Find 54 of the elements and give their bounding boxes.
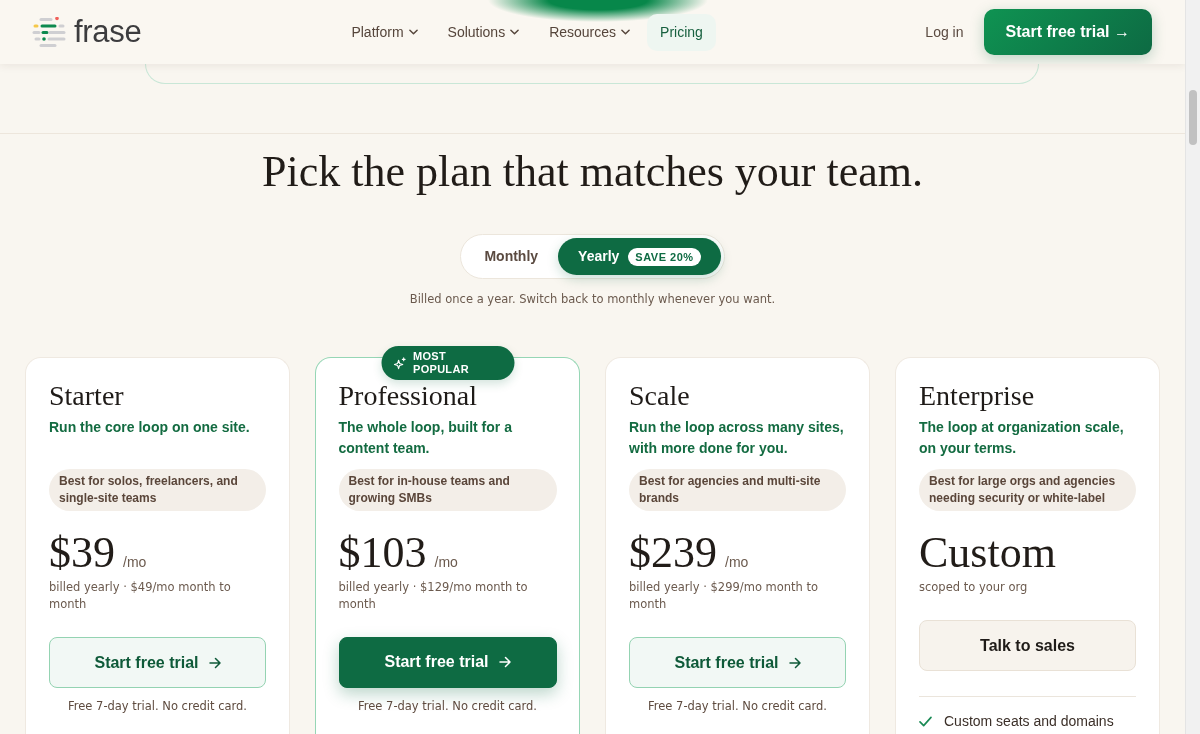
price-unit: /mo <box>123 554 147 571</box>
price-note: scoped to your org <box>919 579 1029 596</box>
plan-tagline: The whole loop, built for a content team. <box>338 417 513 458</box>
plan-name: Enterprise <box>919 380 1036 412</box>
plan-cta-button[interactable]: Talk to sales <box>919 620 1136 671</box>
logo-icon <box>32 16 66 48</box>
trial-note: Free 7-day trial. No credit card. <box>357 697 538 715</box>
logo-link[interactable]: frase <box>32 14 142 50</box>
login-link[interactable]: Log in <box>925 23 964 41</box>
chevron-down-icon <box>408 29 418 35</box>
price-unit: /mo <box>434 553 458 571</box>
plan-price: Custom <box>919 528 1056 578</box>
plan-price: $103 <box>338 527 427 578</box>
nav-link[interactable]: Pricing <box>647 13 716 51</box>
audience-pill: Best for agencies and multi-site brands <box>629 469 846 511</box>
price-note: billed yearly · $299/mo month to month <box>629 579 820 613</box>
plan-cta-button[interactable]: Start free trial <box>338 636 557 688</box>
price-note: billed yearly · $129/mo month to month <box>338 578 529 613</box>
badge-label: MOST POPULAR <box>413 350 470 376</box>
nav-link[interactable]: Solutions <box>434 13 533 51</box>
plan-tagline: The loop at organization scale, on your terms. <box>919 418 1125 458</box>
billing-option[interactable]: Yearly SAVE 20% <box>558 238 721 275</box>
plan-name: Scale <box>629 380 691 412</box>
pricing-heading: Pick the plan that matches your team. <box>261 146 924 198</box>
chevron-down-icon <box>510 29 520 35</box>
price-note: billed yearly · $49/mo month to month <box>49 579 232 613</box>
feature-text: Custom seats and domains <box>944 713 1114 730</box>
billing-note: Billed once a year. Switch back to monthly whenever you want. <box>408 291 777 307</box>
nav-link[interactable]: Platform <box>338 13 431 51</box>
plan-cta-button[interactable]: Start free trial <box>629 637 846 688</box>
arrow-right-icon <box>498 656 511 668</box>
price-unit: /mo <box>725 554 749 571</box>
arrow-right-icon <box>788 656 801 669</box>
scrollbar[interactable] <box>1185 0 1200 734</box>
plan-cta-button[interactable]: Start free trial <box>49 637 266 688</box>
trial-note: Free 7-day trial. No credit card. <box>647 698 828 715</box>
audience-pill: Best for large orgs and agencies needing security or white-label <box>919 469 1136 511</box>
plan-name: Starter <box>49 380 125 412</box>
plan-price: $39 <box>49 528 115 578</box>
trial-note: Free 7-day trial. No credit card. <box>67 698 248 715</box>
plan-tagline: Run the loop across many sites, with more done for you. <box>629 418 845 458</box>
start-trial-button[interactable]: Start free trial → <box>983 9 1152 55</box>
arrow-right-icon <box>208 656 221 669</box>
chevron-down-icon <box>621 29 631 35</box>
nav-link[interactable]: Resources <box>536 13 644 51</box>
discount-badge: SAVE 20% <box>628 247 701 266</box>
audience-pill: Best for solos, freelancers, and single-site teams <box>49 469 266 511</box>
scrollbar-thumb[interactable] <box>1189 90 1197 145</box>
sparkle-icon <box>393 356 406 370</box>
plan-name: Professional <box>338 379 478 412</box>
plan-price: $239 <box>629 528 717 578</box>
plan-tagline: Run the core loop on one site. <box>49 418 251 437</box>
billing-option[interactable]: Monthly <box>464 238 559 275</box>
audience-pill: Best for in-house teams and growing SMBs <box>338 468 557 511</box>
